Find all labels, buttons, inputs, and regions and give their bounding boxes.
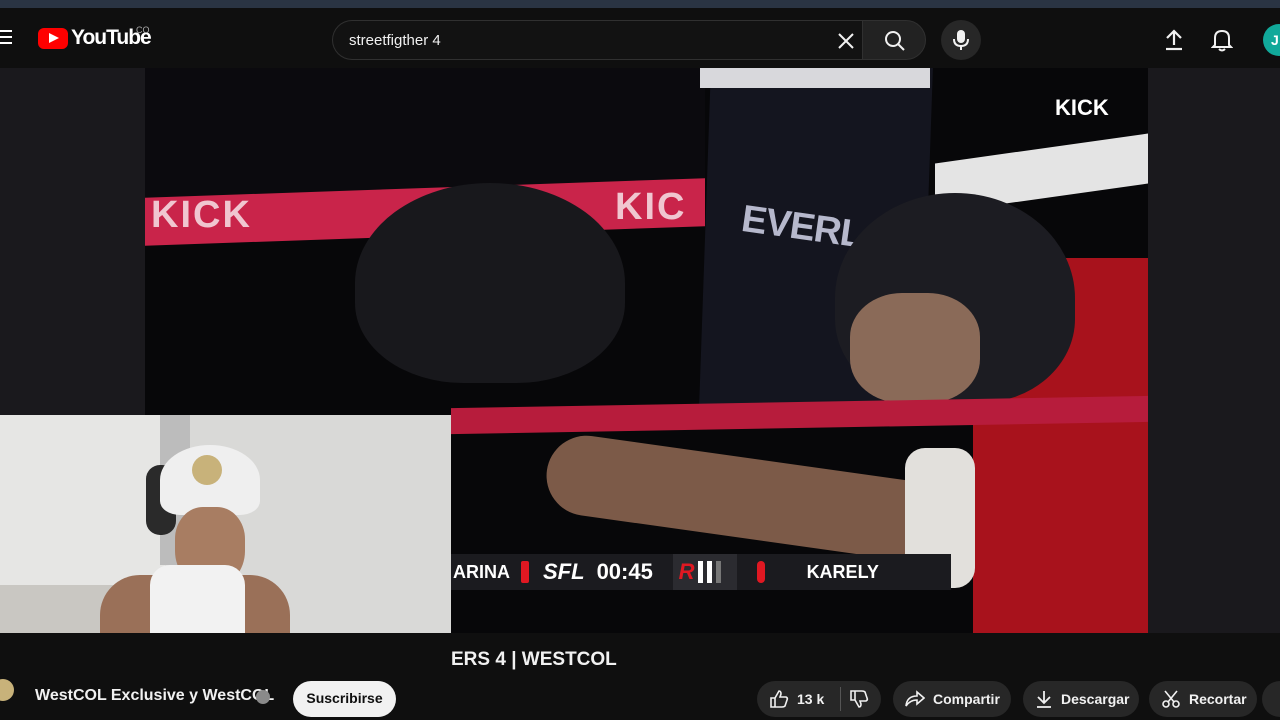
headgear-left xyxy=(355,183,625,383)
search-icon xyxy=(885,31,905,51)
like-button[interactable]: 13 k xyxy=(757,681,881,717)
youtube-logo[interactable]: YouTube xyxy=(38,26,152,49)
cap-logo xyxy=(192,455,222,485)
round-timer: 00:45 xyxy=(596,559,653,584)
country-code: CO xyxy=(136,25,150,35)
account-avatar[interactable]: J xyxy=(1263,24,1280,56)
microphone-icon xyxy=(953,30,969,50)
face-right xyxy=(850,293,980,403)
kick-logo: KICK xyxy=(1055,95,1109,120)
subscribe-button[interactable]: Suscribirse xyxy=(293,681,396,717)
video-info: ERS 4 | WESTCOL WestCOL Exclusive y West… xyxy=(0,633,1280,720)
rope-brand-right: KIC xyxy=(615,186,687,228)
upload-icon[interactable] xyxy=(1163,28,1185,52)
event-logo: SFL xyxy=(543,559,585,584)
round-bar xyxy=(716,561,722,583)
arm xyxy=(541,430,949,566)
video-title: ERS 4 | WESTCOL xyxy=(451,649,617,670)
close-icon[interactable] xyxy=(836,31,856,51)
download-label: Descargar xyxy=(1061,691,1130,707)
corner-pad-top xyxy=(700,68,930,88)
round-indicator: R xyxy=(672,554,737,590)
search-input[interactable]: streetfigther 4 xyxy=(349,32,441,49)
right-fighter-name: KARELY xyxy=(806,561,879,582)
youtube-play-icon xyxy=(38,27,68,49)
right-fighter-indicator xyxy=(756,561,765,583)
round-bar xyxy=(707,561,713,583)
left-fighter-name: ARINA xyxy=(453,561,510,582)
fight-scoreboard: ARINA SFL 00:45 R KARELY xyxy=(451,554,951,590)
download-button[interactable]: Descargar xyxy=(1023,681,1139,717)
search-box[interactable]: streetfigther 4 xyxy=(332,20,862,60)
round-letter: R xyxy=(678,559,695,584)
thumbs-up-icon xyxy=(770,690,789,708)
channel-name[interactable]: WestCOL Exclusive y WestCOL xyxy=(35,687,274,705)
masthead: YouTube CO streetfigther 4 J xyxy=(0,8,1280,68)
like-count: 13 k xyxy=(797,691,825,707)
share-icon xyxy=(905,690,925,707)
clip-label: Recortar xyxy=(1189,691,1247,707)
download-icon xyxy=(1037,691,1051,708)
rope-brand-left: KICK xyxy=(151,194,252,236)
verified-badge-icon xyxy=(256,690,270,704)
like-dislike-divider xyxy=(840,687,842,711)
more-actions-button[interactable] xyxy=(1262,681,1280,717)
channel-avatar[interactable] xyxy=(0,679,14,701)
window-top-strip xyxy=(0,0,1280,8)
share-label: Compartir xyxy=(933,691,1000,707)
scissors-icon xyxy=(1162,690,1180,708)
round-bar xyxy=(698,561,704,583)
notifications-bell-icon[interactable] xyxy=(1211,27,1233,53)
thumbs-down-icon[interactable] xyxy=(849,689,869,709)
search-button[interactable] xyxy=(862,20,926,60)
left-fighter-indicator xyxy=(521,561,529,583)
voice-search-button[interactable] xyxy=(941,20,981,60)
share-button[interactable]: Compartir xyxy=(893,681,1011,717)
clip-button[interactable]: Recortar xyxy=(1149,681,1257,717)
menu-icon[interactable] xyxy=(0,30,12,46)
streamer-webcam xyxy=(0,415,451,670)
